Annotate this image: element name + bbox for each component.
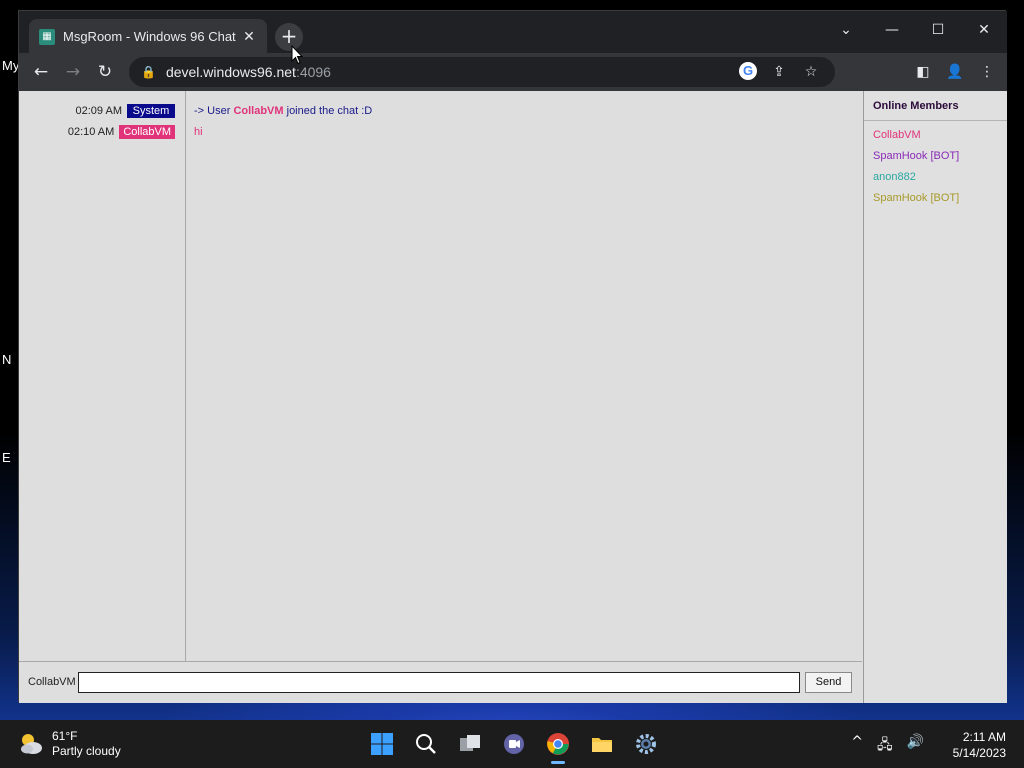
weather-widget[interactable]: 61°F Partly cloudy [18,729,121,759]
timestamp-row: 02:10 AM CollabVM [68,125,175,139]
msgroom-favicon-icon: ▦ [39,28,55,45]
desktop-icon-label[interactable]: My [2,58,19,73]
share-icon[interactable]: ⇪ [769,62,789,82]
chat-log: 02:09 AM System 02:10 AM CollabVM -> Use… [19,91,862,661]
timestamp: 02:10 AM [67,126,115,138]
tab-search-icon[interactable]: ⌄ [823,15,869,45]
google-translate-icon[interactable]: G [739,62,757,80]
url-host: devel.windows96.net [165,64,296,80]
member-item[interactable]: CollabVM [864,125,1007,146]
tab-msgroom[interactable]: ▦ MsgRoom - Windows 96 Chat ✕ [29,19,267,54]
timestamp: 02:09 AM [75,105,122,117]
message-input[interactable] [78,672,800,693]
timestamp-column: 02:09 AM System 02:10 AM CollabVM [19,91,186,661]
page-viewport: 02:09 AM System 02:10 AM CollabVM -> Use… [19,91,1007,703]
member-item[interactable]: anon882 [864,167,1007,188]
search-icon[interactable] [410,728,442,760]
members-list: CollabVM SpamHook [BOT] anon882 SpamHook… [864,121,1007,209]
weather-temp: 61°F [52,729,78,743]
back-button[interactable]: ← [27,58,55,86]
title-bar: ▦ MsgRoom - Windows 96 Chat ✕ + ⌄ — ☐ ✕ [19,11,1007,54]
network-icon[interactable]: 🖧 [877,734,893,758]
clock[interactable]: 2:11 AM 5/14/2023 [953,729,1006,761]
desktop-icon-label[interactable]: E [2,450,11,465]
maximize-button[interactable]: ☐ [915,15,961,45]
user-badge[interactable]: System [127,104,175,118]
nickname-label: CollabVM [28,676,76,688]
message-input-bar: CollabVM Send [19,661,862,703]
message-suffix: joined the chat :D [283,105,373,117]
taskbar: 61°F Partly cloudy ^ 🖧 🔊 2:11 AM 5/14/20… [0,720,1024,768]
user-badge[interactable]: CollabVM [119,125,175,139]
file-explorer-icon[interactable] [586,728,618,760]
timestamp-row: 02:09 AM System [76,104,175,118]
close-window-button[interactable]: ✕ [961,15,1007,45]
message-username[interactable]: CollabVM [233,105,283,117]
clock-date: 5/14/2023 [952,746,1006,760]
teams-chat-icon[interactable] [498,728,530,760]
system-message: -> User CollabVM joined the chat :D [194,105,372,117]
mouse-cursor-icon [291,45,303,65]
member-item[interactable]: SpamHook [BOT] [864,188,1007,209]
chrome-window: ▦ MsgRoom - Windows 96 Chat ✕ + ⌄ — ☐ ✕ … [18,10,1007,703]
clock-time: 2:11 AM [962,730,1006,744]
forward-button[interactable]: → [59,58,87,86]
volume-icon[interactable]: 🔊 [907,734,924,758]
tab-title: MsgRoom - Windows 96 Chat [63,29,236,44]
message-prefix: -> User [194,105,234,117]
lock-icon[interactable]: 🔒 [141,65,156,79]
online-members-panel: Online Members CollabVM SpamHook [BOT] a… [863,91,1007,703]
minimize-button[interactable]: — [869,15,915,45]
show-hidden-icons-chevron-icon[interactable]: ^ [851,734,863,758]
bookmark-star-icon[interactable]: ☆ [801,62,821,82]
address-bar[interactable]: 🔒 devel.windows96.net :4096 G ⇪ ☆ [129,57,835,87]
weather-condition: Partly cloudy [52,744,121,758]
menu-icon[interactable]: ⋮ [977,62,997,82]
settings-icon[interactable] [630,728,662,760]
start-icon[interactable] [366,728,398,760]
url-port: :4096 [295,64,331,80]
profile-icon[interactable]: 👤 [945,62,965,82]
desktop-icon-label[interactable]: N [2,352,11,367]
chrome-icon[interactable] [542,728,574,764]
chat-message: hi [194,126,203,138]
taskbar-apps [366,728,662,764]
reload-button[interactable]: ↻ [91,58,119,86]
task-view-icon[interactable] [454,728,486,760]
message-column: -> User CollabVM joined the chat :D hi [186,91,862,661]
tab-close-icon[interactable]: ✕ [241,29,257,45]
partly-cloudy-icon [18,731,44,757]
browser-toolbar: ← → ↻ 🔒 devel.windows96.net :4096 G ⇪ ☆ … [19,53,1007,91]
send-button[interactable]: Send [805,672,852,693]
side-panel-icon[interactable]: ◧ [913,62,933,82]
member-item[interactable]: SpamHook [BOT] [864,146,1007,167]
members-header: Online Members [864,91,1007,121]
system-tray: ^ 🖧 🔊 [851,734,924,758]
